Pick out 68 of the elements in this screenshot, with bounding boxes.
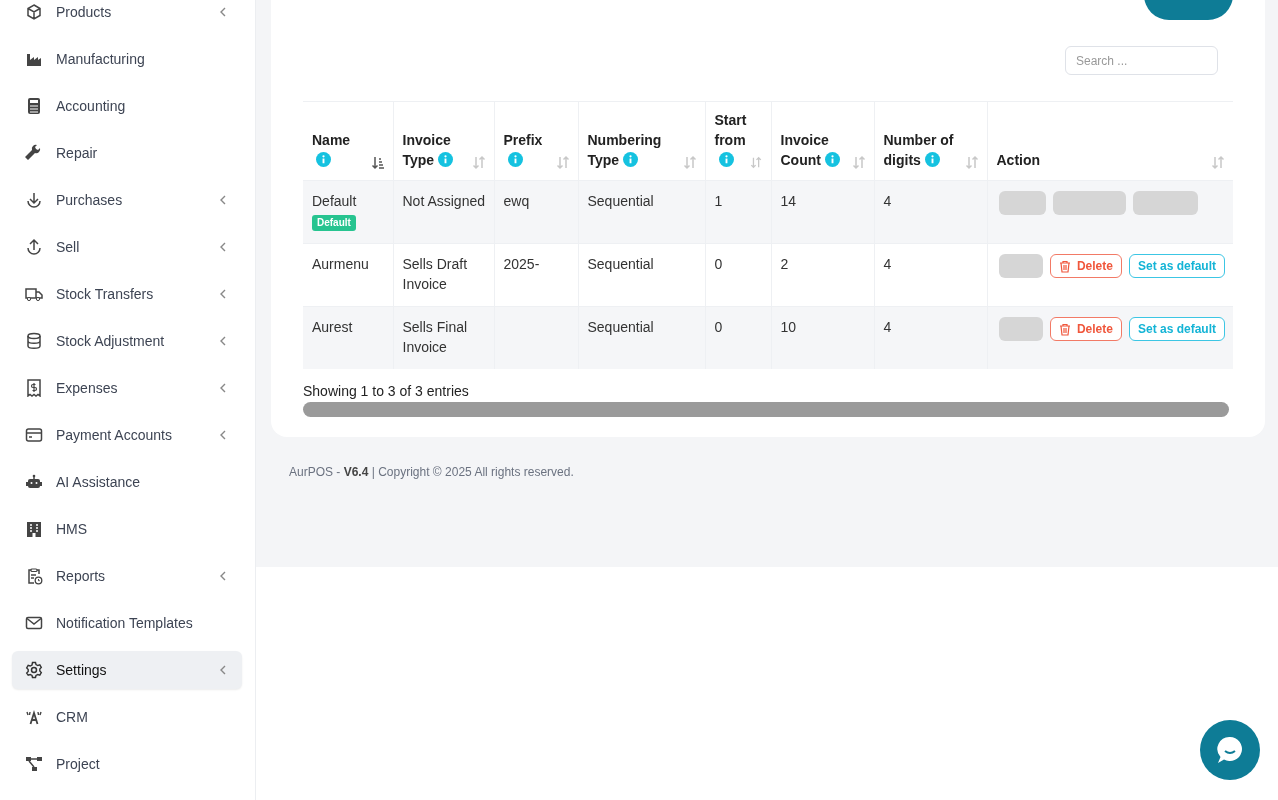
table-cell-text: Not Assigned [402, 192, 486, 211]
sidebar-item[interactable]: Products [12, 0, 242, 31]
database-icon [25, 332, 43, 350]
table-cell-text: 2025- [503, 255, 541, 274]
sidebar-item[interactable]: Purchases [12, 181, 242, 219]
calculator-icon [25, 97, 43, 115]
scrollbar[interactable] [303, 402, 1229, 417]
table-cell-text: Sells Final Invoice [402, 318, 469, 357]
wrench-icon [25, 144, 43, 162]
search-field[interactable]: Search ... [1065, 46, 1218, 75]
sidebar-item[interactable]: Notification Templates [12, 604, 242, 642]
robot-icon [25, 473, 43, 491]
table-cell-text: 4 [883, 318, 893, 337]
table-cell-text: Sequential [587, 192, 655, 211]
sidebar-item[interactable]: Sell [12, 228, 242, 266]
table-cell-text: Sequential [587, 318, 655, 337]
default-badge: Default [312, 215, 356, 231]
table-cell-text: Aurmenu [312, 255, 370, 274]
table-cell-text: Default [312, 192, 358, 211]
placeholder-button[interactable] [998, 191, 1046, 215]
placeholder-button[interactable] [1132, 191, 1198, 215]
sidebar-item[interactable]: Reports [12, 557, 242, 595]
credit-card-icon [25, 426, 43, 444]
table-cell-text: 4 [883, 192, 893, 211]
table-cell-text: Aurest [312, 318, 354, 337]
sidebar-item[interactable]: Settings [12, 651, 242, 689]
diagram-icon [25, 755, 43, 773]
cube-icon [25, 3, 43, 21]
sidebar-item[interactable]: Payment Accounts [12, 416, 242, 454]
chat-button[interactable] [1200, 720, 1260, 780]
trash-icon [1058, 259, 1071, 273]
sidebar-item[interactable]: Stock Adjustment [12, 322, 242, 360]
delete-button[interactable]: Delete [1049, 317, 1122, 341]
table-cell-text: 4 [883, 255, 893, 274]
table-cell-text: ewq [503, 192, 531, 211]
placeholder-button[interactable] [1052, 191, 1126, 215]
sidebar-item[interactable]: Project [12, 745, 242, 783]
table-cell-text: 0 [714, 318, 724, 337]
receipt-icon [25, 379, 43, 397]
upload-icon [25, 238, 43, 256]
sidebar-item[interactable]: HMS [12, 510, 242, 548]
sidebar-item[interactable]: AI Assistance [12, 463, 242, 501]
chat-bubble-icon [1216, 735, 1244, 765]
download-icon [25, 191, 43, 209]
table-cell-text: 0 [714, 255, 724, 274]
table-cell-text: Sells Draft Invoice [402, 255, 469, 294]
gear-icon [25, 661, 43, 679]
envelope-icon [25, 614, 43, 632]
table-cell-text: 1 [714, 192, 724, 211]
placeholder-button[interactable] [998, 317, 1043, 341]
footer-text: AurPOS - V6.4 | Copyright © 2025 All rights reserved. [288, 464, 575, 479]
delete-button[interactable]: Delete [1049, 254, 1122, 278]
sidebar-item[interactable]: Expenses [12, 369, 242, 407]
table-cell-text: 14 [780, 192, 798, 211]
table-cell-text: 2 [780, 255, 790, 274]
truck-icon [25, 285, 43, 303]
sidebar-item[interactable]: Repair [12, 134, 242, 172]
table-cell-text: 10 [780, 318, 798, 337]
table-cell-text: Sequential [587, 255, 655, 274]
building-icon [25, 520, 43, 538]
clipboard-icon [25, 567, 43, 585]
sidebar-item[interactable]: Manufacturing [12, 40, 242, 78]
placeholder-button[interactable] [998, 254, 1043, 278]
trash-icon [1058, 322, 1071, 336]
sidebar-item[interactable]: Stock Transfers [12, 275, 242, 313]
sidebar-item[interactable]: CRM [12, 698, 242, 736]
table-info: Showing 1 to 3 of 3 entries [303, 383, 470, 399]
sidebar-item[interactable]: Accounting [12, 87, 242, 125]
